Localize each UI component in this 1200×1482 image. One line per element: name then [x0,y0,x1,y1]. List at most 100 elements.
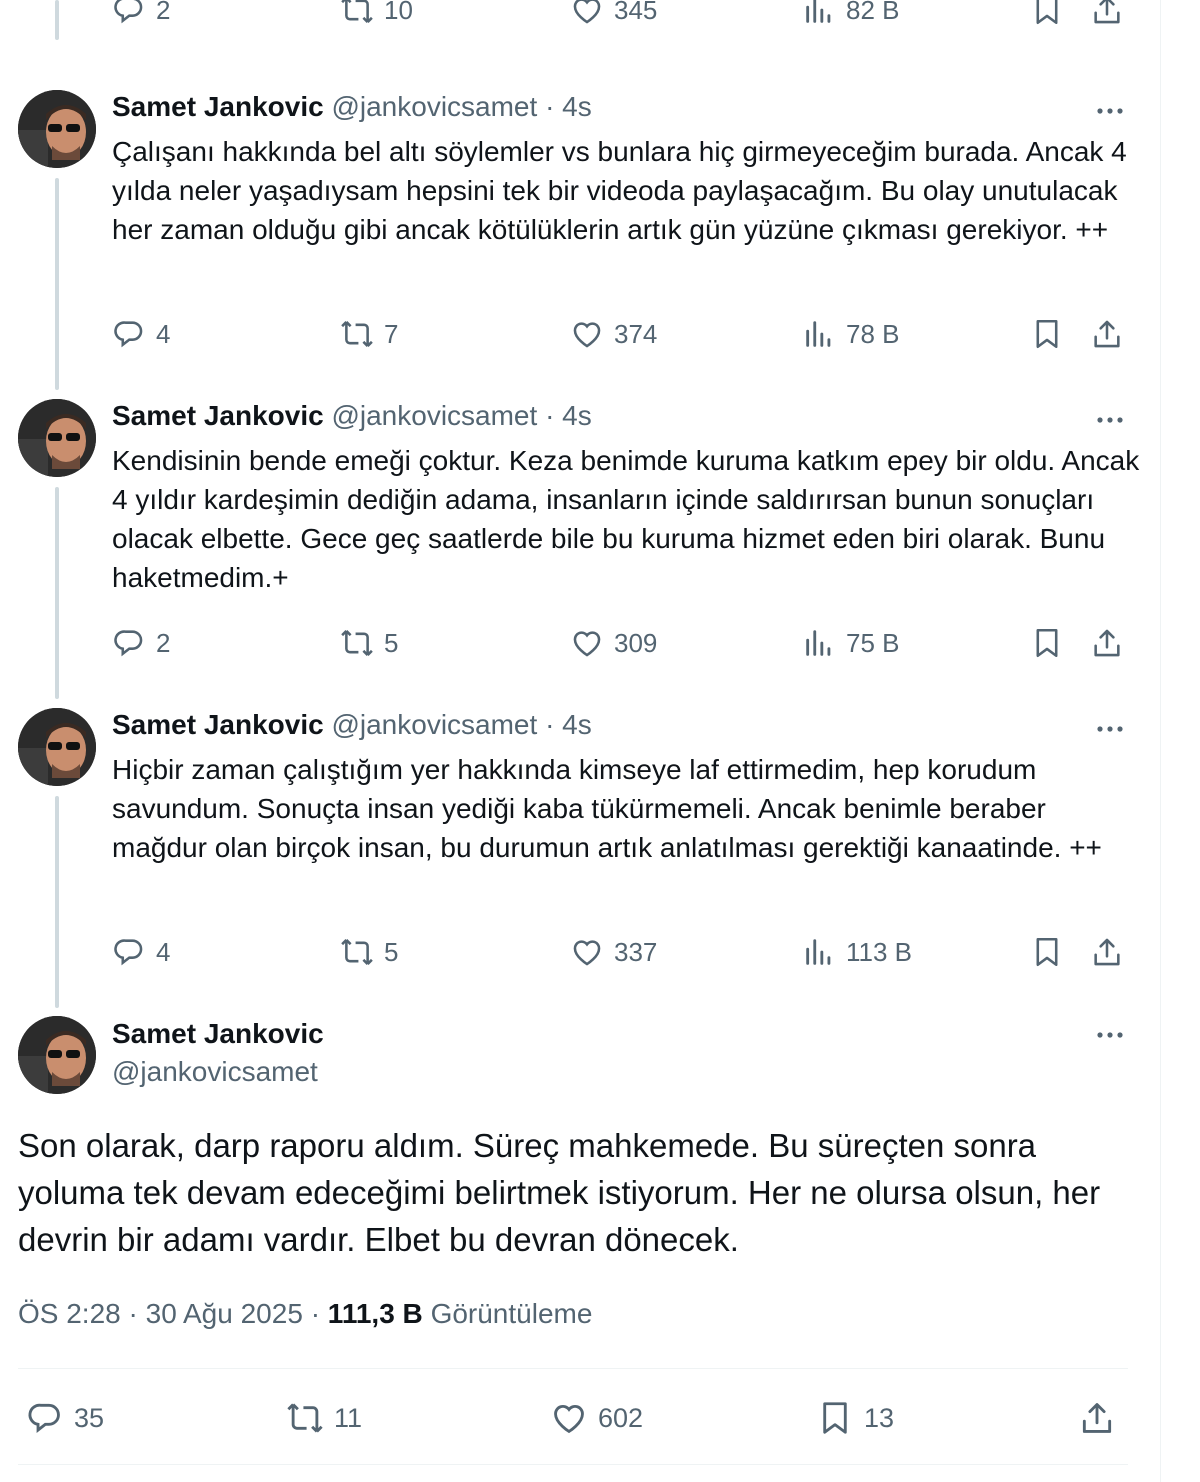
main-avatar[interactable] [18,1016,96,1094]
tweet-thread: 2 10 345 82 B Samet Jankovic @jankovicsa… [0,0,1160,1482]
display-name[interactable]: Samet Jankovic [112,400,324,431]
main-tweet-text: Son olarak, darp raporu aldım. Süreç mah… [18,1127,1101,1258]
like-button[interactable]: 374 [570,312,657,356]
bookmark-icon [1036,319,1058,349]
reply-icon [28,1403,60,1433]
views-total: 111,3 B [327,1298,423,1329]
bookmark-icon [1036,0,1058,25]
views-icon [806,630,831,656]
share-icon [1094,629,1120,657]
display-name[interactable]: Samet Jankovic [112,709,324,740]
meta-separator: · [310,1298,321,1329]
reply-icon [114,321,143,348]
views-button[interactable]: 75 B [802,621,900,665]
user-handle[interactable]: @jankovicsamet [331,709,537,740]
more-options-button[interactable] [1090,714,1130,744]
reply-count: 4 [156,936,171,967]
divider [18,1368,1128,1369]
avatar[interactable] [18,708,96,786]
more-icon [1097,108,1123,114]
reply-button[interactable]: 2 [112,621,170,665]
tweet-header: Samet Jankovic @jankovicsamet · 4s [112,708,592,742]
user-handle[interactable]: @jankovicsamet [331,400,537,431]
reply-button[interactable]: 2 [112,0,170,32]
bookmark-icon [1036,937,1058,967]
tweet-time[interactable]: · 4s [545,400,592,431]
previous-tweet-actions: 2 10 345 82 B [0,0,1160,40]
retweet-icon [287,1403,323,1433]
views-button[interactable]: 113 B [802,930,912,974]
tweet-text: Hiçbir zaman çalıştığım yer hakkında kim… [112,754,1102,863]
reply-button[interactable]: 35 [26,1394,104,1442]
meta-separator: · [128,1298,138,1329]
tweet-time[interactable]: · 4s [545,91,592,122]
display-name[interactable]: Samet Jankovic [112,91,324,122]
reply-icon [114,0,143,24]
retweet-button[interactable]: 10 [340,0,413,32]
tweet-header: Samet Jankovic @jankovicsamet · 4s [112,90,592,124]
retweet-button[interactable]: 5 [340,930,398,974]
user-handle[interactable]: @jankovicsamet [331,91,537,122]
tweet-actions: 4 7 374 78 B [112,312,1142,356]
like-button[interactable]: 602 [550,1394,643,1442]
tweet-timestamp[interactable]: ÖS 2:28 [18,1298,121,1329]
views-label: Görüntüleme [430,1298,593,1329]
like-count: 309 [614,627,658,658]
reply-button[interactable]: 4 [112,930,170,974]
avatar-photo [18,90,96,168]
tweet-text: Kendisinin bende emeği çoktur. Keza beni… [112,445,1140,593]
views-button[interactable]: 78 B [802,312,900,356]
retweet-button[interactable]: 11 [286,1394,362,1442]
tweet-actions: 4 5 337 113 B [112,930,1142,974]
share-icon [1094,938,1120,966]
reply-count: 2 [156,627,171,658]
avatar[interactable] [18,399,96,477]
like-button[interactable]: 309 [570,621,657,665]
retweet-button[interactable]: 5 [340,621,398,665]
more-options-button[interactable] [1090,96,1130,126]
avatar-photo [18,708,96,786]
more-options-button[interactable] [1090,405,1130,435]
reply-count: 35 [74,1402,105,1433]
avatar[interactable] [18,90,96,168]
more-icon [1097,417,1123,423]
bookmark-button[interactable] [1030,312,1074,356]
retweet-count: 5 [384,627,399,658]
share-button[interactable] [1090,312,1134,356]
share-button[interactable] [1078,1394,1126,1442]
retweet-icon [341,321,373,347]
tweet-text: Çalışanı hakkında bel altı söylemler vs … [112,136,1127,245]
views-icon [806,939,831,965]
views-icon [806,0,831,23]
bookmark-button[interactable] [1030,930,1074,974]
tweet-meta: ÖS 2:28 · 30 Ağu 2025 · 111,3 B Görüntül… [18,1298,592,1330]
heart-icon [554,1404,584,1434]
retweet-count: 10 [384,0,413,25]
retweet-count: 7 [384,318,399,349]
bookmark-button[interactable] [1030,0,1074,32]
share-button[interactable] [1090,621,1134,665]
like-count: 602 [598,1402,644,1433]
reply-button[interactable]: 4 [112,312,170,356]
views-button[interactable]: 82 B [802,0,900,32]
main-user-handle[interactable]: @jankovicsamet [112,1056,318,1088]
heart-icon [573,940,601,966]
share-icon [1094,320,1120,348]
thread-line [55,0,59,40]
retweet-button[interactable]: 7 [340,312,398,356]
share-button[interactable] [1090,0,1134,32]
like-button[interactable]: 337 [570,930,657,974]
main-more-options-button[interactable] [1090,1020,1130,1050]
bookmark-button[interactable] [1030,621,1074,665]
thread-line [55,178,59,390]
column-border [1160,0,1161,1482]
tweet-date[interactable]: 30 Ağu 2025 [146,1298,303,1329]
share-button[interactable] [1090,930,1134,974]
main-display-name[interactable]: Samet Jankovic [112,1018,324,1050]
heart-icon [573,631,601,657]
bookmark-button[interactable]: 13 [816,1394,894,1442]
like-button[interactable]: 345 [570,0,657,32]
tweet-time[interactable]: · 4s [545,709,592,740]
thread-line [55,487,59,699]
reply-icon [114,939,143,966]
